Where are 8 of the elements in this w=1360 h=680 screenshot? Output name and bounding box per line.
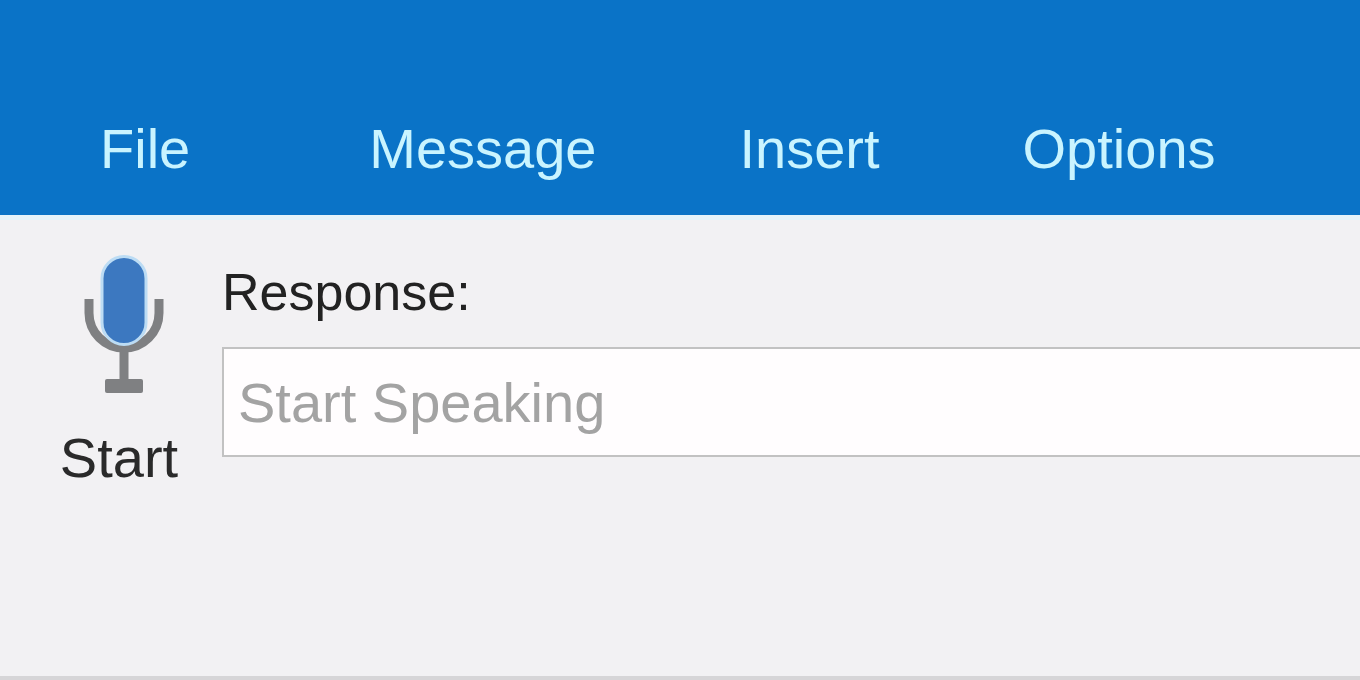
response-label: Response:: [222, 262, 471, 323]
ribbon-tab[interactable]: File: [100, 115, 191, 183]
ribbon-tab[interactable]: Message: [369, 115, 597, 183]
response-field[interactable]: Start Speaking: [222, 347, 1360, 458]
microphone-icon: [83, 255, 165, 393]
start-dictation-button[interactable]: Start: [58, 253, 180, 492]
ribbon-tab[interactable]: Insert: [739, 115, 880, 183]
ribbon-tab[interactable]: Options: [1022, 115, 1216, 183]
